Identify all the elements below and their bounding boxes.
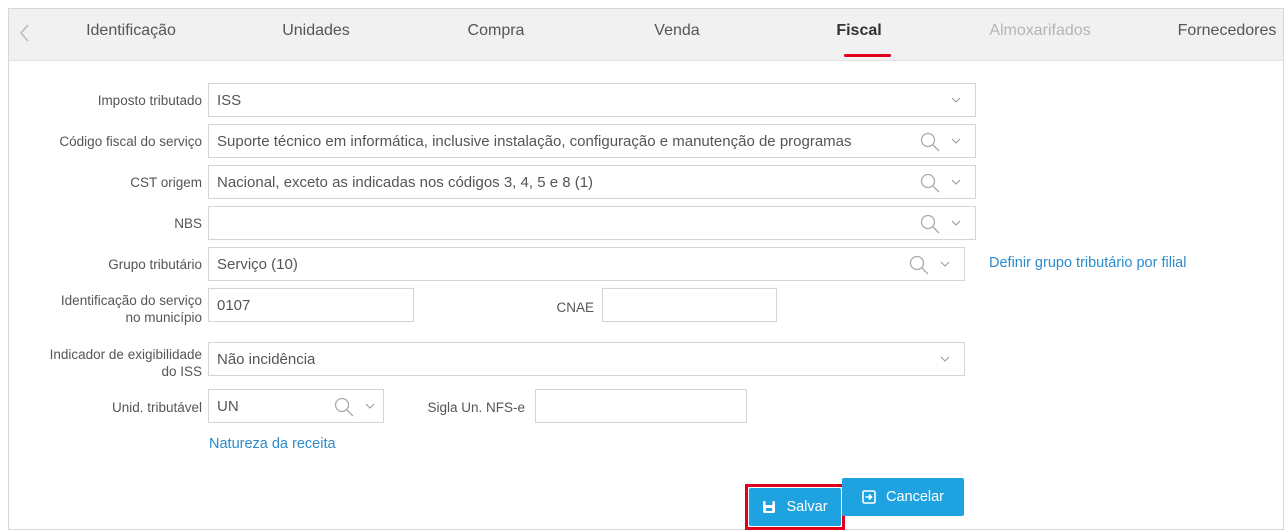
- save-icon: [762, 500, 776, 514]
- identificacao-servico-input[interactable]: 0107: [208, 288, 414, 322]
- cst-origem-label: CST origem: [130, 175, 202, 190]
- search-icon[interactable]: [919, 213, 941, 235]
- exigibilidade-label-line1: Indicador de exigibilidade: [49, 347, 202, 362]
- tabs-previous-icon[interactable]: [15, 21, 35, 45]
- grupo-tributario-select[interactable]: Serviço (10): [208, 247, 965, 281]
- tab-compra[interactable]: Compra: [468, 22, 525, 40]
- search-icon[interactable]: [908, 254, 930, 276]
- search-icon[interactable]: [919, 172, 941, 194]
- definir-grupo-link[interactable]: Definir grupo tributário por filial: [989, 255, 1186, 271]
- unid-tributavel-value: UN: [217, 398, 239, 415]
- nbs-label: NBS: [174, 216, 202, 231]
- chevron-down-icon[interactable]: [940, 260, 950, 268]
- sigla-input[interactable]: [535, 389, 747, 423]
- chevron-down-icon[interactable]: [365, 402, 375, 410]
- exigibilidade-select[interactable]: Não incidência: [208, 342, 965, 376]
- cst-origem-select[interactable]: Nacional, exceto as indicadas nos código…: [208, 165, 976, 199]
- exigibilidade-label-line2: do ISS: [161, 364, 202, 379]
- identificacao-label-line2: no município: [125, 310, 202, 325]
- exit-icon: [862, 490, 876, 504]
- chevron-down-icon[interactable]: [951, 96, 961, 104]
- product-form-window: Identificação Unidades Compra Venda Fisc…: [8, 8, 1284, 530]
- search-icon[interactable]: [333, 396, 355, 418]
- identificacao-servico-label: Identificação do serviço no município: [61, 292, 202, 326]
- unid-tributavel-select[interactable]: UN: [208, 389, 384, 423]
- tab-venda[interactable]: Venda: [654, 22, 699, 40]
- chevron-down-icon[interactable]: [951, 219, 961, 227]
- tab-almoxarifados[interactable]: Almoxarifados: [989, 22, 1090, 40]
- cancel-label: Cancelar: [885, 489, 945, 505]
- tab-fornecedores[interactable]: Fornecedores: [1178, 22, 1277, 40]
- tab-fiscal[interactable]: Fiscal: [836, 22, 881, 40]
- search-icon[interactable]: [919, 131, 941, 153]
- unid-tributavel-label: Unid. tributável: [111, 400, 202, 415]
- grupo-tributario-value: Serviço (10): [217, 256, 298, 273]
- identificacao-label-line1: Identificação do serviço: [60, 293, 202, 308]
- save-label: Salvar: [786, 499, 828, 515]
- exigibilidade-label: Indicador de exigibilidade do ISS: [50, 346, 202, 380]
- chevron-down-icon[interactable]: [951, 178, 961, 186]
- chevron-down-icon[interactable]: [940, 355, 950, 363]
- codigo-fiscal-label: Código fiscal do serviço: [59, 134, 202, 149]
- codigo-fiscal-select[interactable]: Suporte técnico em informática, inclusiv…: [208, 124, 976, 158]
- tab-unidades[interactable]: Unidades: [282, 22, 350, 40]
- nbs-select[interactable]: [208, 206, 976, 240]
- grupo-tributario-label: Grupo tributário: [108, 257, 202, 272]
- cst-origem-value: Nacional, exceto as indicadas nos código…: [217, 174, 594, 191]
- exigibilidade-value: Não incidência: [217, 351, 316, 368]
- chevron-down-icon[interactable]: [951, 137, 961, 145]
- active-tab-indicator: [844, 54, 891, 57]
- tab-identificacao[interactable]: Identificação: [86, 22, 176, 40]
- save-button[interactable]: Salvar: [749, 488, 841, 526]
- cnae-input[interactable]: [602, 288, 777, 322]
- imposto-label: Imposto tributado: [97, 93, 202, 108]
- imposto-select[interactable]: ISS: [208, 83, 976, 117]
- imposto-value: ISS: [217, 92, 242, 109]
- sigla-label: Sigla Un. NFS-e: [427, 400, 525, 415]
- identificacao-servico-value: 0107: [217, 297, 251, 314]
- cnae-label: CNAE: [556, 300, 594, 315]
- tab-bar: Identificação Unidades Compra Venda Fisc…: [9, 9, 1283, 61]
- codigo-fiscal-value: Suporte técnico em informática, inclusiv…: [217, 133, 852, 150]
- cancel-button[interactable]: Cancelar: [842, 478, 964, 516]
- natureza-receita-link[interactable]: Natureza da receita: [209, 436, 336, 452]
